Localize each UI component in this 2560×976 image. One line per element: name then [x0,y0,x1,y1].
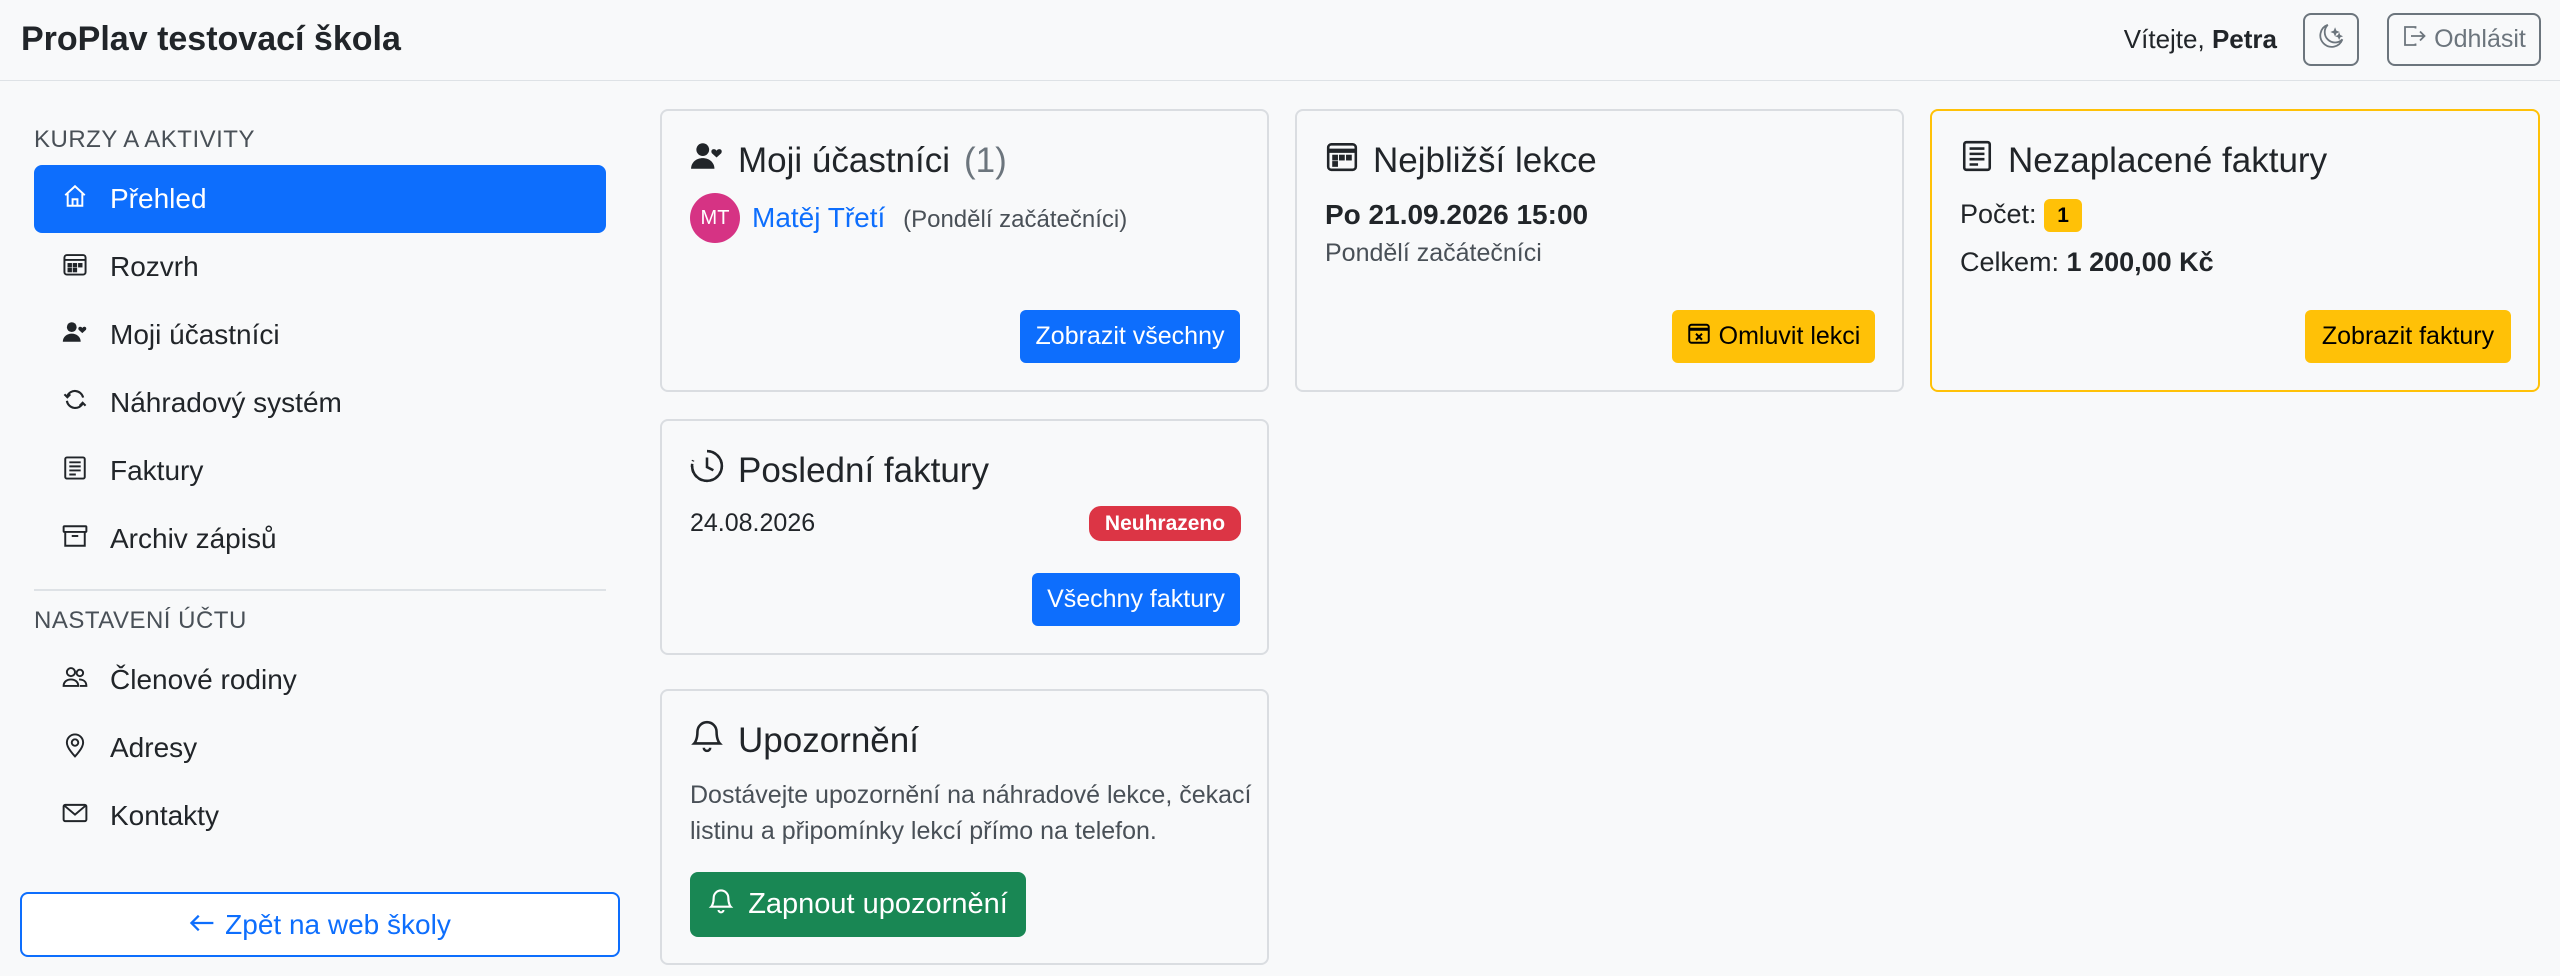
sidebar-item-clenove-rodiny[interactable]: Členové rodiny [34,646,606,714]
next-lesson-card-title: Nejbližší lekce [1325,139,1597,182]
welcome-prefix: Vítejte, [2123,24,2205,54]
sidebar-section-account: NASTAVENÍ ÚČTU [34,607,247,634]
sidebar-item-rozvrh[interactable]: Rozvrh [34,233,606,301]
logout-button[interactable]: Odhlásit [2387,13,2541,66]
notifications-description: Dostávejte upozornění na náhradové lekce… [690,777,1251,849]
enable-notifications-label: Zapnout upozornění [748,888,1008,920]
participant-name-link[interactable]: Matěj Třetí [752,202,885,233]
sidebar-item-label: Faktury [110,455,204,486]
sidebar-item-label: Náhradový systém [110,387,342,418]
show-invoices-button[interactable]: Zobrazit faktury [2305,310,2511,363]
sidebar-divider [34,589,606,591]
notifications-text-line1: Dostávejte upozornění na náhradové lekce… [690,781,1252,809]
recent-invoices-card: Poslední faktury 24.08.2026 Neuhrazeno V… [660,419,1269,655]
next-lesson-course: Pondělí začátečníci [1325,239,1542,267]
unpaid-invoices-title-text: Nezaplacené faktury [2008,140,2328,180]
sidebar-item-label: Kontakty [110,800,219,831]
participants-card: Moji účastníci (1) MT Matěj Třetí (Pondě… [660,109,1269,392]
enable-notifications-button[interactable]: Zapnout upozornění [690,872,1026,937]
clock-history-icon [690,449,724,492]
arrow-repeat-icon [62,387,88,420]
person-heart-icon [62,319,88,352]
unpaid-invoices-card: Nezaplacené faktury Počet: 1 Celkem: 1 2… [1930,109,2540,392]
sidebar-item-nahradovy-system[interactable]: Náhradový systém [34,369,606,437]
recent-invoices-card-title: Poslední faktury [690,449,989,492]
sidebar-item-label: Adresy [110,732,198,763]
next-lesson-datetime: Po 21.09.2026 15:00 [1325,199,1589,230]
archive-icon [62,523,88,556]
sidebar-item-label: Členové rodiny [110,664,297,695]
unpaid-count-badge: 1 [2044,199,2083,233]
sidebar-item-faktury[interactable]: Faktury [34,437,606,505]
user-name: Petra [2211,24,2277,54]
people-icon [62,664,88,697]
excuse-lesson-label: Omluvit lekci [1718,322,1861,350]
calendar-week-icon [62,251,88,284]
sidebar-item-label: Přehled [110,183,207,214]
logout-label: Odhlásit [2434,25,2526,53]
receipt-icon [1960,139,1994,182]
unpaid-count-label: Počet: [1960,199,2037,229]
participants-title-text: Moji účastníci [738,140,951,180]
brand-title[interactable]: ProPlav testovací škola [21,20,401,59]
avatar: MT [690,193,740,243]
top-navbar: ProPlav testovací škola Vítejte, Petra O… [0,0,2560,81]
sidebar-item-label: Archiv zápisů [110,523,277,554]
invoice-date: 24.08.2026 [690,509,816,537]
all-invoices-button[interactable]: Všechny faktury [1032,573,1240,626]
bell-icon [690,719,724,762]
sidebar-item-adresy[interactable]: Adresy [34,714,606,782]
recent-invoices-title-text: Poslední faktury [738,450,989,490]
invoice-status-badge: Neuhrazeno [1089,506,1241,541]
bell-icon [708,888,734,922]
notifications-title-text: Upozornění [738,720,919,760]
envelope-icon [62,800,88,833]
calendar-x-icon [1687,321,1711,352]
sidebar-item-label: Moji účastníci [110,319,280,350]
person-heart-icon [690,139,724,182]
unpaid-total-value: 1 200,00 Kč [2066,247,2214,277]
sidebar-section-courses: KURZY A AKTIVITY [34,126,255,153]
back-to-school-web-button[interactable]: Zpět na web školy [20,892,620,957]
geo-alt-icon [62,732,88,765]
moon-stars-icon [2318,23,2344,55]
unpaid-invoices-card-title: Nezaplacené faktury [1960,139,2327,182]
participants-count: (1) [964,140,1007,180]
participant-row: Matěj Třetí (Pondělí začátečníci) [752,202,1127,234]
welcome-text: Vítejte, Petra [2124,24,2277,55]
box-arrow-right-icon [2402,24,2426,55]
unpaid-total-row: Celkem: 1 200,00 Kč [1960,247,2214,278]
sidebar-item-label: Rozvrh [110,251,199,282]
excuse-lesson-button[interactable]: Omluvit lekci [1672,310,1875,363]
notifications-card: Upozornění Dostávejte upozornění na náhr… [660,689,1269,965]
back-label: Zpět na web školy [225,908,451,940]
arrow-left-icon [189,909,215,941]
notifications-card-title: Upozornění [690,719,919,762]
notifications-text-line2: listinu a připomínky lekcí přímo na tele… [690,817,1157,845]
unpaid-total-label: Celkem: [1960,247,2060,277]
sidebar-item-prehled[interactable]: Přehled [34,165,606,233]
next-lesson-title-text: Nejbližší lekce [1373,140,1597,180]
sidebar-item-kontakty[interactable]: Kontakty [34,782,606,850]
theme-toggle-button[interactable] [2303,13,2359,66]
calendar-week-icon [1325,139,1359,182]
next-lesson-card: Nejbližší lekce Po 21.09.2026 15:00 Pond… [1295,109,1904,392]
participant-course: (Pondělí začátečníci) [903,206,1128,233]
sidebar-item-ucastnici[interactable]: Moji účastníci [34,301,606,369]
show-all-participants-button[interactable]: Zobrazit všechny [1020,310,1240,363]
sidebar: KURZY A AKTIVITY Přehled Rozvrh Moji úča… [0,82,640,976]
house-icon [62,183,88,216]
unpaid-count-row: Počet: 1 [1960,199,2083,233]
participants-card-title: Moji účastníci (1) [690,139,1007,182]
receipt-icon [62,455,88,488]
sidebar-item-archiv-zapisu[interactable]: Archiv zápisů [34,505,606,573]
